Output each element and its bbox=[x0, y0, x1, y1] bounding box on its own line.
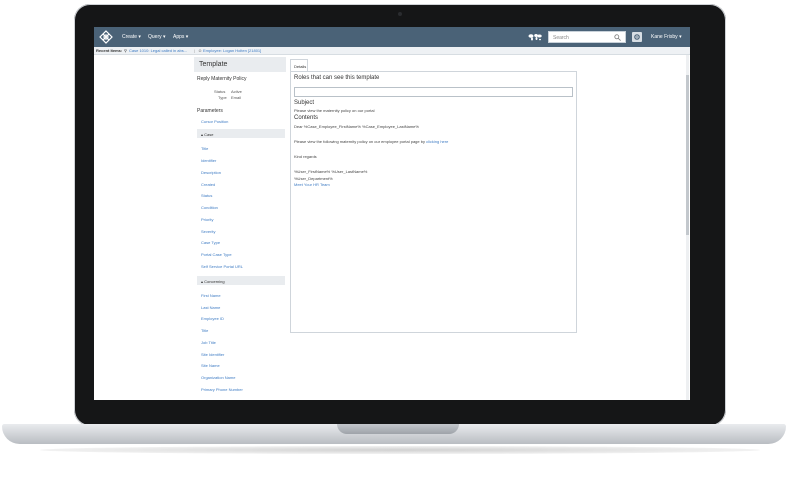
parameters-title: Parameters bbox=[197, 108, 223, 114]
recent-items-label: Recent Items: bbox=[96, 48, 123, 53]
type-label: Type bbox=[218, 95, 227, 100]
gear-icon bbox=[634, 34, 640, 40]
recent-items-bar: Recent Items: ⚲ Case 1010: Legal called … bbox=[94, 47, 690, 55]
case-section-label: Case bbox=[204, 132, 214, 137]
app-logo-icon[interactable] bbox=[99, 30, 113, 44]
subject-text[interactable]: Please view the maternity policy on our … bbox=[294, 108, 374, 113]
menu-query-label: Query bbox=[148, 34, 162, 40]
menu-apps[interactable]: Apps ▾ bbox=[173, 34, 188, 40]
policy-line-text: Please view the following maternity poli… bbox=[294, 139, 425, 144]
user-name: Kane Frisby bbox=[651, 34, 678, 40]
search-placeholder: Search bbox=[553, 35, 569, 41]
roles-title: Roles that can see this template bbox=[294, 75, 380, 81]
scrollbar-thumb[interactable] bbox=[686, 75, 689, 235]
page-scrollbar[interactable] bbox=[686, 55, 689, 400]
roles-input[interactable] bbox=[294, 87, 573, 97]
param-site-name[interactable]: Site Name bbox=[201, 363, 220, 368]
type-value: Email bbox=[231, 95, 242, 100]
content-signature-department[interactable]: %User_Department% bbox=[294, 176, 333, 181]
collapse-caret-icon: ▴ bbox=[201, 132, 204, 137]
menu-apps-label: Apps bbox=[173, 34, 185, 40]
concerning-section-header[interactable]: ▴ Concerning bbox=[197, 276, 285, 285]
param-cursor-position[interactable]: Cursor Position bbox=[201, 119, 228, 124]
status-value: Active bbox=[231, 89, 242, 94]
param-case-type[interactable]: Case Type bbox=[201, 240, 220, 245]
template-name: Reply Maternity Policy bbox=[197, 76, 247, 82]
param-last-name[interactable]: Last Name bbox=[201, 305, 220, 310]
param-organization-name[interactable]: Organization Name bbox=[201, 375, 235, 380]
param-title[interactable]: Title bbox=[201, 328, 208, 333]
menu-create-label: Create bbox=[122, 34, 138, 40]
settings-button[interactable] bbox=[632, 32, 642, 42]
content-kind-regards[interactable]: Kind regards bbox=[294, 154, 317, 159]
subject-title: Subject bbox=[294, 100, 315, 106]
param-case-priority[interactable]: Priority bbox=[201, 217, 213, 222]
param-case-condition[interactable]: Condition bbox=[201, 205, 218, 210]
param-portal-case-type[interactable]: Portal Case Type bbox=[201, 252, 232, 257]
search-icon[interactable] bbox=[614, 34, 621, 41]
content-signature-team-link[interactable]: Meet Your HR Team bbox=[294, 182, 330, 187]
param-case-created[interactable]: Created bbox=[201, 182, 215, 187]
menu-create[interactable]: Create ▾ bbox=[122, 34, 141, 40]
param-primary-phone[interactable]: Primary Phone Number bbox=[201, 387, 243, 392]
param-case-title[interactable]: Title bbox=[201, 146, 208, 151]
concerning-section-label: Concerning bbox=[204, 279, 225, 284]
param-employee-id[interactable]: Employee ID bbox=[201, 316, 224, 321]
param-self-service-url[interactable]: Self Service Portal URL bbox=[201, 264, 243, 269]
tab-details[interactable]: Details bbox=[290, 59, 308, 71]
content-dear-line[interactable]: Dear %Case_Employee_FirstName% %Case_Emp… bbox=[294, 124, 419, 129]
content-policy-line[interactable]: Please view the following maternity poli… bbox=[294, 139, 448, 144]
template-details-panel: Roles that can see this template Subject… bbox=[290, 71, 577, 333]
top-navbar: Create ▾ Query ▾ Apps ▾ Search Kane Fris… bbox=[94, 27, 690, 47]
param-case-status[interactable]: Status bbox=[201, 193, 212, 198]
contents-title: Contents bbox=[294, 115, 319, 121]
case-icon: ⚲ bbox=[124, 48, 127, 53]
search-input[interactable]: Search bbox=[548, 31, 626, 43]
template-header: Template bbox=[194, 57, 286, 72]
recent-item-case[interactable]: Case 1010: Legal called in abs... bbox=[129, 48, 187, 53]
employee-icon: ☺ bbox=[198, 48, 203, 53]
param-site-identifier[interactable]: Site Identifier bbox=[201, 352, 224, 357]
collapse-caret-icon: ▴ bbox=[201, 279, 204, 284]
template-left-panel: Template Reply Maternity Policy Status A… bbox=[194, 57, 286, 400]
param-job-title[interactable]: Job Title bbox=[201, 340, 216, 345]
content-signature-name[interactable]: %User_FirstName% %User_LastName% bbox=[294, 169, 367, 174]
world-map-icon[interactable] bbox=[528, 33, 542, 41]
param-case-description[interactable]: Description bbox=[201, 170, 221, 175]
param-first-name[interactable]: First Name bbox=[201, 293, 221, 298]
laptop-notch bbox=[337, 424, 459, 434]
recent-separator: | bbox=[194, 48, 196, 53]
case-section-header[interactable]: ▴ Case bbox=[197, 129, 285, 138]
recent-item-employee[interactable]: Employee: Logan Holten [21801] bbox=[203, 48, 261, 53]
user-menu[interactable]: Kane Frisby ▾ bbox=[651, 34, 682, 40]
policy-link[interactable]: clicking here bbox=[426, 139, 448, 144]
screen: Create ▾ Query ▾ Apps ▾ Search Kane Fris… bbox=[94, 27, 690, 400]
laptop-shadow bbox=[40, 446, 760, 454]
param-case-severity[interactable]: Severity bbox=[201, 229, 215, 234]
status-label: Status bbox=[214, 89, 226, 94]
menu-query[interactable]: Query ▾ bbox=[148, 34, 166, 40]
param-case-identifier[interactable]: Identifier bbox=[201, 158, 216, 163]
